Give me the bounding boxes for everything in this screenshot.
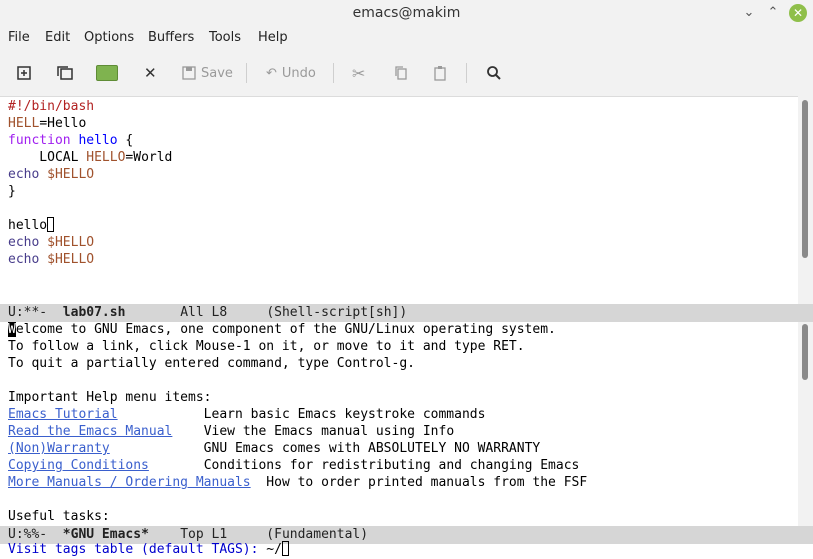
help-item: Copying Conditions Conditions for redist… [8, 458, 580, 473]
close-window-icon[interactable]: ✕ [789, 4, 807, 22]
menu-edit[interactable]: Edit [45, 30, 70, 45]
copy-window-icon [57, 66, 73, 80]
search-button[interactable] [486, 62, 502, 84]
floppy-disk-icon [182, 66, 196, 80]
toolbar-separator [466, 63, 467, 83]
mode-line-lab07[interactable]: U:**- lab07.sh All L8 (Shell-script[sh]) [0, 304, 813, 322]
help-item: More Manuals / Ordering Manuals How to o… [8, 475, 588, 490]
minimize-icon[interactable]: ⌄ [740, 4, 758, 22]
window-title: emacs@makim [352, 5, 461, 21]
new-file-icon [17, 66, 31, 80]
code-line: function hello { [8, 133, 134, 148]
link-more-manuals[interactable]: More Manuals / Ordering Manuals [8, 475, 251, 490]
maximize-icon[interactable]: ⌃ [764, 4, 782, 22]
title-bar: emacs@makim ⌄ ⌃ ✕ [0, 0, 813, 26]
help-item: Read the Emacs Manual View the Emacs man… [8, 424, 455, 439]
editor-window-lab07[interactable]: #!/bin/bash HELL=Hello function hello { … [0, 98, 798, 304]
save-button[interactable]: Save [182, 62, 233, 84]
code-line: #!/bin/bash [8, 99, 95, 114]
copy-button[interactable] [393, 62, 409, 84]
close-buffer-icon: ✕ [144, 64, 157, 82]
text-line: Welcome to GNU Emacs, one component of t… [8, 322, 556, 337]
text-line [0, 372, 798, 389]
scrollbar-thumb[interactable] [802, 324, 808, 380]
minibuffer[interactable]: Visit tags table (default TAGS): ~/ [0, 540, 813, 559]
code-line: HELL=Hello [8, 116, 87, 131]
open-folder-button[interactable] [96, 62, 118, 84]
search-icon [487, 66, 501, 80]
minibuffer-prompt: Visit tags table (default TAGS): [8, 542, 267, 557]
menu-help[interactable]: Help [258, 30, 288, 45]
toolbar-separator [333, 63, 334, 83]
toolbar-separator [246, 63, 247, 83]
menu-buffers[interactable]: Buffers [148, 30, 194, 45]
text-line: To quit a partially entered command, typ… [8, 356, 415, 371]
toolbar: ✕ Save ↶ Undo ✂ [0, 50, 813, 97]
new-file-button[interactable] [16, 62, 32, 84]
link-copying-conditions[interactable]: Copying Conditions [8, 458, 149, 473]
undo-arrow-icon: ↶ [266, 65, 277, 81]
minibuffer-input[interactable]: ~/ [266, 542, 282, 557]
text-line: Useful tasks: [8, 509, 110, 524]
text-line [0, 491, 798, 508]
cut-button[interactable]: ✂ [352, 62, 365, 84]
editor-window-gnu-emacs[interactable]: Welcome to GNU Emacs, one component of t… [0, 321, 798, 526]
text-line: Important Help menu items: [8, 390, 212, 405]
text-cursor [281, 541, 289, 556]
menu-options[interactable]: Options [84, 30, 134, 45]
help-item: Emacs Tutorial Learn basic Emacs keystro… [8, 407, 486, 422]
save-label: Save [201, 65, 233, 81]
text-line: To follow a link, click Mouse-1 on it, o… [8, 339, 525, 354]
clipboard-icon [434, 66, 446, 81]
code-line: LOCAL HELLO=World [8, 150, 173, 165]
code-line: echo $HELLO [8, 167, 95, 182]
code-line: echo $HELLO [8, 252, 95, 267]
menu-file[interactable]: File [8, 30, 30, 45]
open-directory-button[interactable] [56, 62, 74, 84]
link-emacs-tutorial[interactable]: Emacs Tutorial [8, 407, 118, 422]
block-cursor: W [8, 322, 16, 337]
code-line: echo $HELLO [8, 235, 95, 250]
undo-button[interactable]: ↶ Undo [266, 62, 316, 84]
scrollbar-thumb[interactable] [802, 100, 808, 258]
scissors-icon: ✂ [352, 63, 366, 83]
copy-icon [395, 66, 407, 80]
folder-icon [96, 65, 118, 81]
code-line: hello [0, 217, 798, 234]
code-line: } [8, 184, 16, 199]
link-warranty[interactable]: (Non)Warranty [8, 441, 110, 456]
close-buffer-button[interactable]: ✕ [144, 62, 157, 84]
menu-tools[interactable]: Tools [209, 30, 241, 45]
buffer-name: lab07.sh [62, 305, 126, 320]
paste-button[interactable] [432, 62, 448, 84]
help-scrollbar[interactable] [798, 322, 813, 526]
undo-label: Undo [281, 65, 316, 81]
text-cursor [47, 217, 55, 232]
help-item: (Non)Warranty GNU Emacs comes with ABSOL… [8, 441, 541, 456]
menu-bar: File Edit Options Buffers Tools Help [0, 26, 813, 50]
link-read-manual[interactable]: Read the Emacs Manual [8, 424, 172, 439]
editor-scrollbar[interactable] [798, 96, 813, 304]
